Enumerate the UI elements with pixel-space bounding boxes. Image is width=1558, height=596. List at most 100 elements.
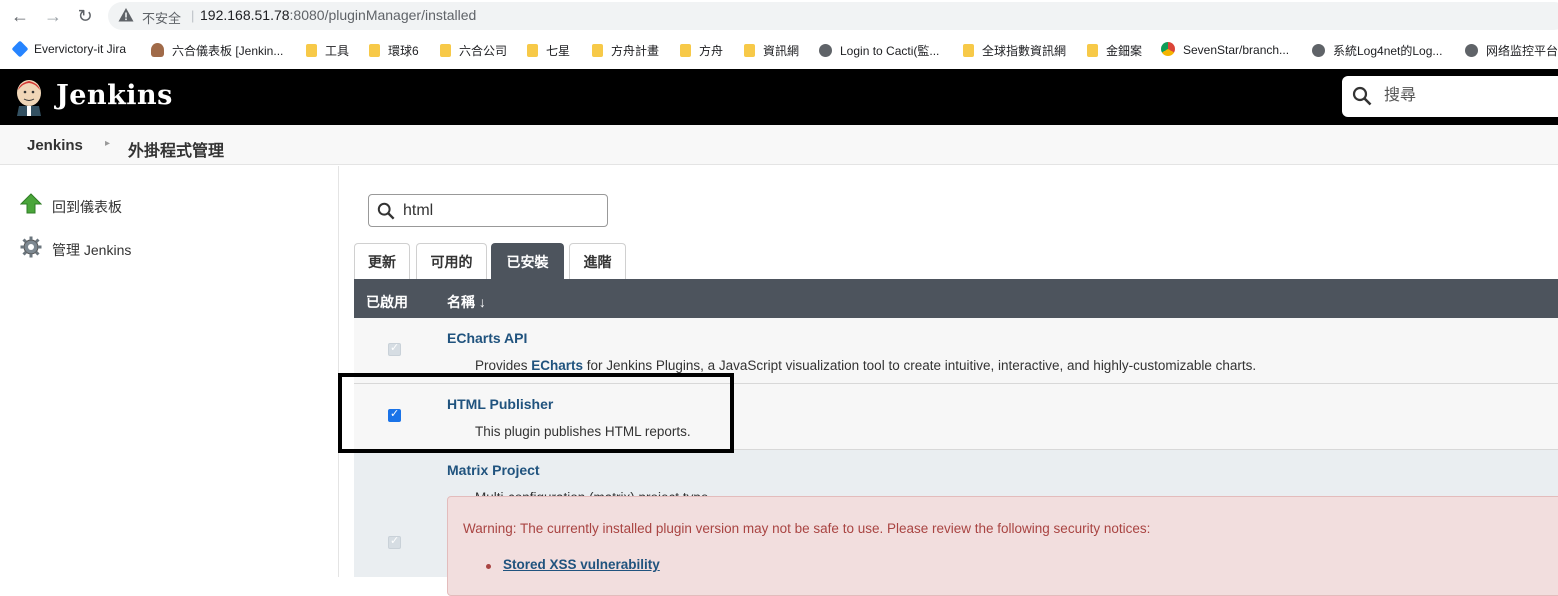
plugin-name-link[interactable]: ECharts API bbox=[447, 330, 527, 346]
bullet-icon bbox=[486, 564, 491, 569]
browser-toolbar: ← → ↻ 不安全 | 192.168.51.78:8080/pluginMan… bbox=[0, 0, 1558, 32]
jenkins-title[interactable]: Jenkins bbox=[56, 80, 173, 111]
breadcrumb-root[interactable]: Jenkins bbox=[27, 137, 83, 154]
plugin-description: This plugin publishes HTML reports. bbox=[475, 424, 691, 439]
search-icon bbox=[377, 202, 395, 220]
folder-icon bbox=[440, 44, 451, 57]
bookmark-item[interactable]: Evervictory-it Jira bbox=[11, 40, 127, 58]
breadcrumb-current[interactable]: 外掛程式管理 bbox=[128, 137, 224, 161]
sidebar-item-label: 回到儀表板 bbox=[52, 199, 122, 215]
bookmark-item[interactable]: 工具 bbox=[306, 42, 349, 58]
bookmark-item[interactable]: SevenStar/branch... bbox=[1161, 42, 1289, 58]
breadcrumb: Jenkins ▸ 外掛程式管理 bbox=[0, 125, 1558, 165]
jenkins-header: Jenkins bbox=[0, 69, 1558, 125]
folder-icon bbox=[744, 44, 755, 57]
bookmark-label: 資訊網 bbox=[763, 44, 800, 58]
globe-icon bbox=[1312, 44, 1325, 57]
folder-icon bbox=[1087, 44, 1098, 57]
globe-icon bbox=[819, 44, 832, 57]
enabled-checkbox bbox=[388, 534, 401, 549]
jenkins-logo-icon[interactable] bbox=[14, 78, 44, 116]
folder-icon bbox=[306, 44, 317, 57]
echarts-link[interactable]: ECharts bbox=[531, 358, 583, 373]
plugins-table-header: 已啟用 名稱 ↓ bbox=[354, 279, 1558, 318]
insecure-label: 不安全 bbox=[142, 11, 182, 26]
chrome-icon bbox=[1161, 42, 1175, 56]
security-notice-link[interactable]: Stored XSS vulnerability bbox=[503, 557, 660, 572]
bookmark-label: 全球指數資訊網 bbox=[982, 44, 1067, 58]
tab-advanced[interactable]: 進階 bbox=[569, 243, 626, 279]
bookmark-label: 六合儀表板 [Jenkin... bbox=[172, 44, 284, 58]
bookmark-label: 七星 bbox=[546, 44, 571, 58]
desc-suffix: for Jenkins Plugins, a JavaScript visual… bbox=[583, 358, 1257, 373]
reload-icon[interactable]: ↻ bbox=[73, 4, 97, 28]
bookmark-item[interactable]: 金鈿案 bbox=[1087, 42, 1142, 58]
bookmark-label: 网络监控平台 bbox=[1486, 44, 1558, 58]
url-host: 192.168.51.78 bbox=[200, 7, 290, 23]
enabled-checkbox[interactable] bbox=[388, 407, 401, 422]
gear-icon bbox=[20, 236, 42, 258]
avatar-icon bbox=[151, 43, 164, 57]
bookmark-label: 方舟 bbox=[699, 44, 724, 58]
bookmark-label: 環球6 bbox=[388, 44, 419, 58]
enabled-checkbox bbox=[388, 341, 401, 356]
address-bar[interactable]: 不安全 | 192.168.51.78:8080/pluginManager/i… bbox=[108, 2, 1558, 30]
bookmark-label: Login to Cacti(監... bbox=[840, 44, 940, 58]
forward-arrow-icon[interactable]: → bbox=[41, 4, 65, 28]
globe-icon bbox=[1465, 44, 1478, 57]
bookmark-item[interactable]: 資訊網 bbox=[744, 42, 799, 58]
bookmark-item[interactable]: 全球指數資訊網 bbox=[963, 42, 1066, 58]
column-name[interactable]: 名稱 ↓ bbox=[447, 292, 486, 312]
bookmark-item[interactable]: 六合儀表板 [Jenkin... bbox=[151, 42, 283, 58]
table-row: HTML Publisher This plugin publishes HTM… bbox=[354, 384, 1558, 450]
bookmark-item[interactable]: 七星 bbox=[527, 42, 570, 58]
bookmark-label: 系統Log4net的Log... bbox=[1333, 44, 1443, 58]
plugin-name-link[interactable]: HTML Publisher bbox=[447, 396, 553, 412]
column-enabled[interactable]: 已啟用 bbox=[366, 292, 408, 312]
table-row: ECharts API Provides ECharts for Jenkins… bbox=[354, 318, 1558, 384]
breadcrumb-separator-icon: ▸ bbox=[105, 138, 111, 149]
bookmark-label: SevenStar/branch... bbox=[1183, 43, 1290, 57]
bookmark-item[interactable]: 系統Log4net的Log... bbox=[1312, 42, 1442, 58]
url-path: :8080/pluginManager/installed bbox=[289, 7, 477, 23]
jira-icon bbox=[11, 40, 29, 58]
folder-icon bbox=[963, 44, 974, 57]
bookmark-label: 方舟計畫 bbox=[611, 44, 660, 58]
up-arrow-icon bbox=[20, 193, 42, 214]
bookmark-item[interactable]: 方舟 bbox=[680, 42, 723, 58]
plugin-name-link[interactable]: Matrix Project bbox=[447, 462, 540, 478]
tab-available[interactable]: 可用的 bbox=[416, 243, 487, 279]
filter-input[interactable] bbox=[403, 201, 593, 221]
desc-prefix: Provides bbox=[475, 358, 532, 373]
back-arrow-icon[interactable]: ← bbox=[8, 4, 32, 28]
bookmark-label: Evervictory-it Jira bbox=[34, 42, 127, 56]
bookmark-item[interactable]: Login to Cacti(監... bbox=[819, 42, 939, 58]
search-icon bbox=[1352, 86, 1372, 106]
bookmarks-bar: Evervictory-it Jira 六合儀表板 [Jenkin... 工具 … bbox=[0, 36, 1558, 64]
tab-updates[interactable]: 更新 bbox=[354, 243, 410, 279]
url-text[interactable]: 192.168.51.78:8080/pluginManager/install… bbox=[200, 7, 476, 23]
sidebar-item-label: 管理 Jenkins bbox=[52, 242, 132, 258]
security-warning: Warning: The currently installed plugin … bbox=[447, 496, 1558, 596]
folder-icon bbox=[680, 44, 691, 57]
table-row: Matrix Project Multi-configuration (matr… bbox=[354, 450, 1558, 596]
tab-installed[interactable]: 已安裝 bbox=[491, 243, 564, 279]
warning-triangle-icon[interactable] bbox=[118, 7, 134, 23]
side-panel: 回到儀表板 管理 Jenkins bbox=[0, 166, 339, 577]
folder-icon bbox=[527, 44, 538, 57]
bookmark-item[interactable]: 環球6 bbox=[369, 42, 419, 58]
bookmark-item[interactable]: 六合公司 bbox=[440, 42, 507, 58]
search-box[interactable] bbox=[1342, 76, 1558, 117]
folder-icon bbox=[369, 44, 380, 57]
warning-text: Warning: The currently installed plugin … bbox=[463, 521, 1151, 536]
bookmark-label: 工具 bbox=[325, 44, 350, 58]
bookmark-label: 金鈿案 bbox=[1106, 44, 1143, 58]
search-input[interactable] bbox=[1384, 85, 1554, 107]
bookmark-label: 六合公司 bbox=[459, 44, 508, 58]
omnibox-separator: | bbox=[191, 8, 195, 23]
bookmark-item[interactable]: 网络监控平台 bbox=[1465, 42, 1558, 58]
plugin-filter[interactable] bbox=[368, 194, 608, 227]
bookmark-item[interactable]: 方舟計畫 bbox=[592, 42, 659, 58]
folder-icon bbox=[592, 44, 603, 57]
plugin-description: Provides ECharts for Jenkins Plugins, a … bbox=[475, 358, 1256, 373]
